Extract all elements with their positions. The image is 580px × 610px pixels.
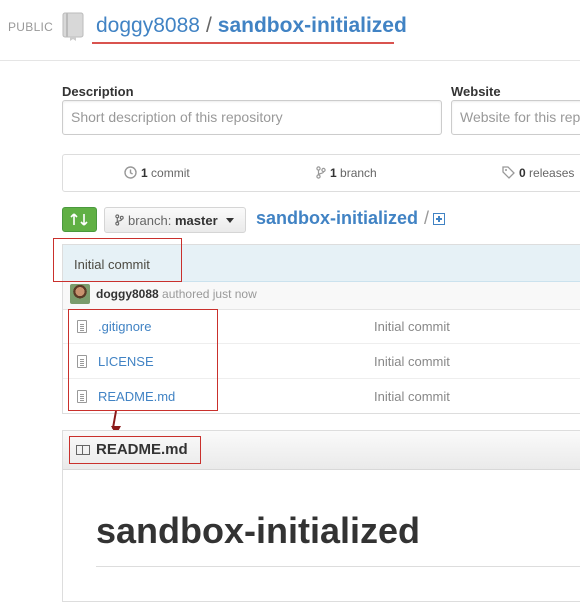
branch-prefix: branch: [128, 213, 172, 228]
commits-count: 1 [141, 166, 148, 180]
tag-icon [502, 166, 515, 179]
repo-book-icon [62, 12, 84, 41]
readme-heading: sandbox-initialized [96, 510, 421, 551]
branches-text: branch [340, 166, 377, 180]
author-name[interactable]: doggy8088 [96, 287, 159, 301]
branch-icon [316, 166, 326, 179]
breadcrumb-separator: / [424, 208, 430, 228]
file-commit-message[interactable]: Initial commit [374, 319, 450, 334]
branch-icon [115, 214, 124, 226]
chevron-down-icon [225, 218, 234, 223]
website-label: Website [451, 84, 501, 99]
commits-text: commit [151, 166, 190, 180]
history-icon [124, 166, 137, 179]
releases-text: releases [529, 166, 575, 180]
breadcrumb-repo-link[interactable]: sandbox-initialized [256, 208, 418, 229]
visibility-label: PUBLIC [8, 20, 54, 34]
annotation-box-files [68, 309, 218, 411]
repo-name-link[interactable]: sandbox-initialized [218, 14, 407, 37]
readme-divider [96, 566, 580, 567]
branches-link[interactable]: 1 branch [316, 166, 377, 180]
owner-link[interactable]: doggy8088 [96, 14, 200, 37]
avatar[interactable] [70, 284, 90, 304]
description-input[interactable]: Short description of this repository [62, 100, 442, 135]
file-commit-message[interactable]: Initial commit [374, 354, 450, 369]
repo-title: doggy8088/ sandbox-initialized [96, 14, 407, 38]
releases-count: 0 [519, 166, 526, 180]
branch-selector[interactable]: branch: master [104, 207, 246, 233]
releases-link[interactable]: 0 releases [502, 166, 574, 180]
file-commit-message[interactable]: Initial commit [374, 389, 450, 404]
commit-author-info: doggy8088 authored just now [96, 287, 257, 301]
annotation-underline [92, 42, 394, 44]
commits-link[interactable]: 1 commit [124, 166, 190, 180]
add-file-icon[interactable] [433, 213, 445, 225]
branches-count: 1 [330, 166, 337, 180]
website-input[interactable]: Website for this repository [451, 100, 580, 135]
branch-name: master [175, 213, 218, 228]
annotation-box-commit [53, 238, 182, 282]
annotation-box-readme [69, 436, 201, 464]
title-separator: / [205, 14, 212, 37]
compare-button[interactable] [62, 207, 97, 232]
description-label: Description [62, 84, 134, 99]
authored-time: authored just now [162, 287, 257, 301]
compare-icon [70, 213, 88, 226]
